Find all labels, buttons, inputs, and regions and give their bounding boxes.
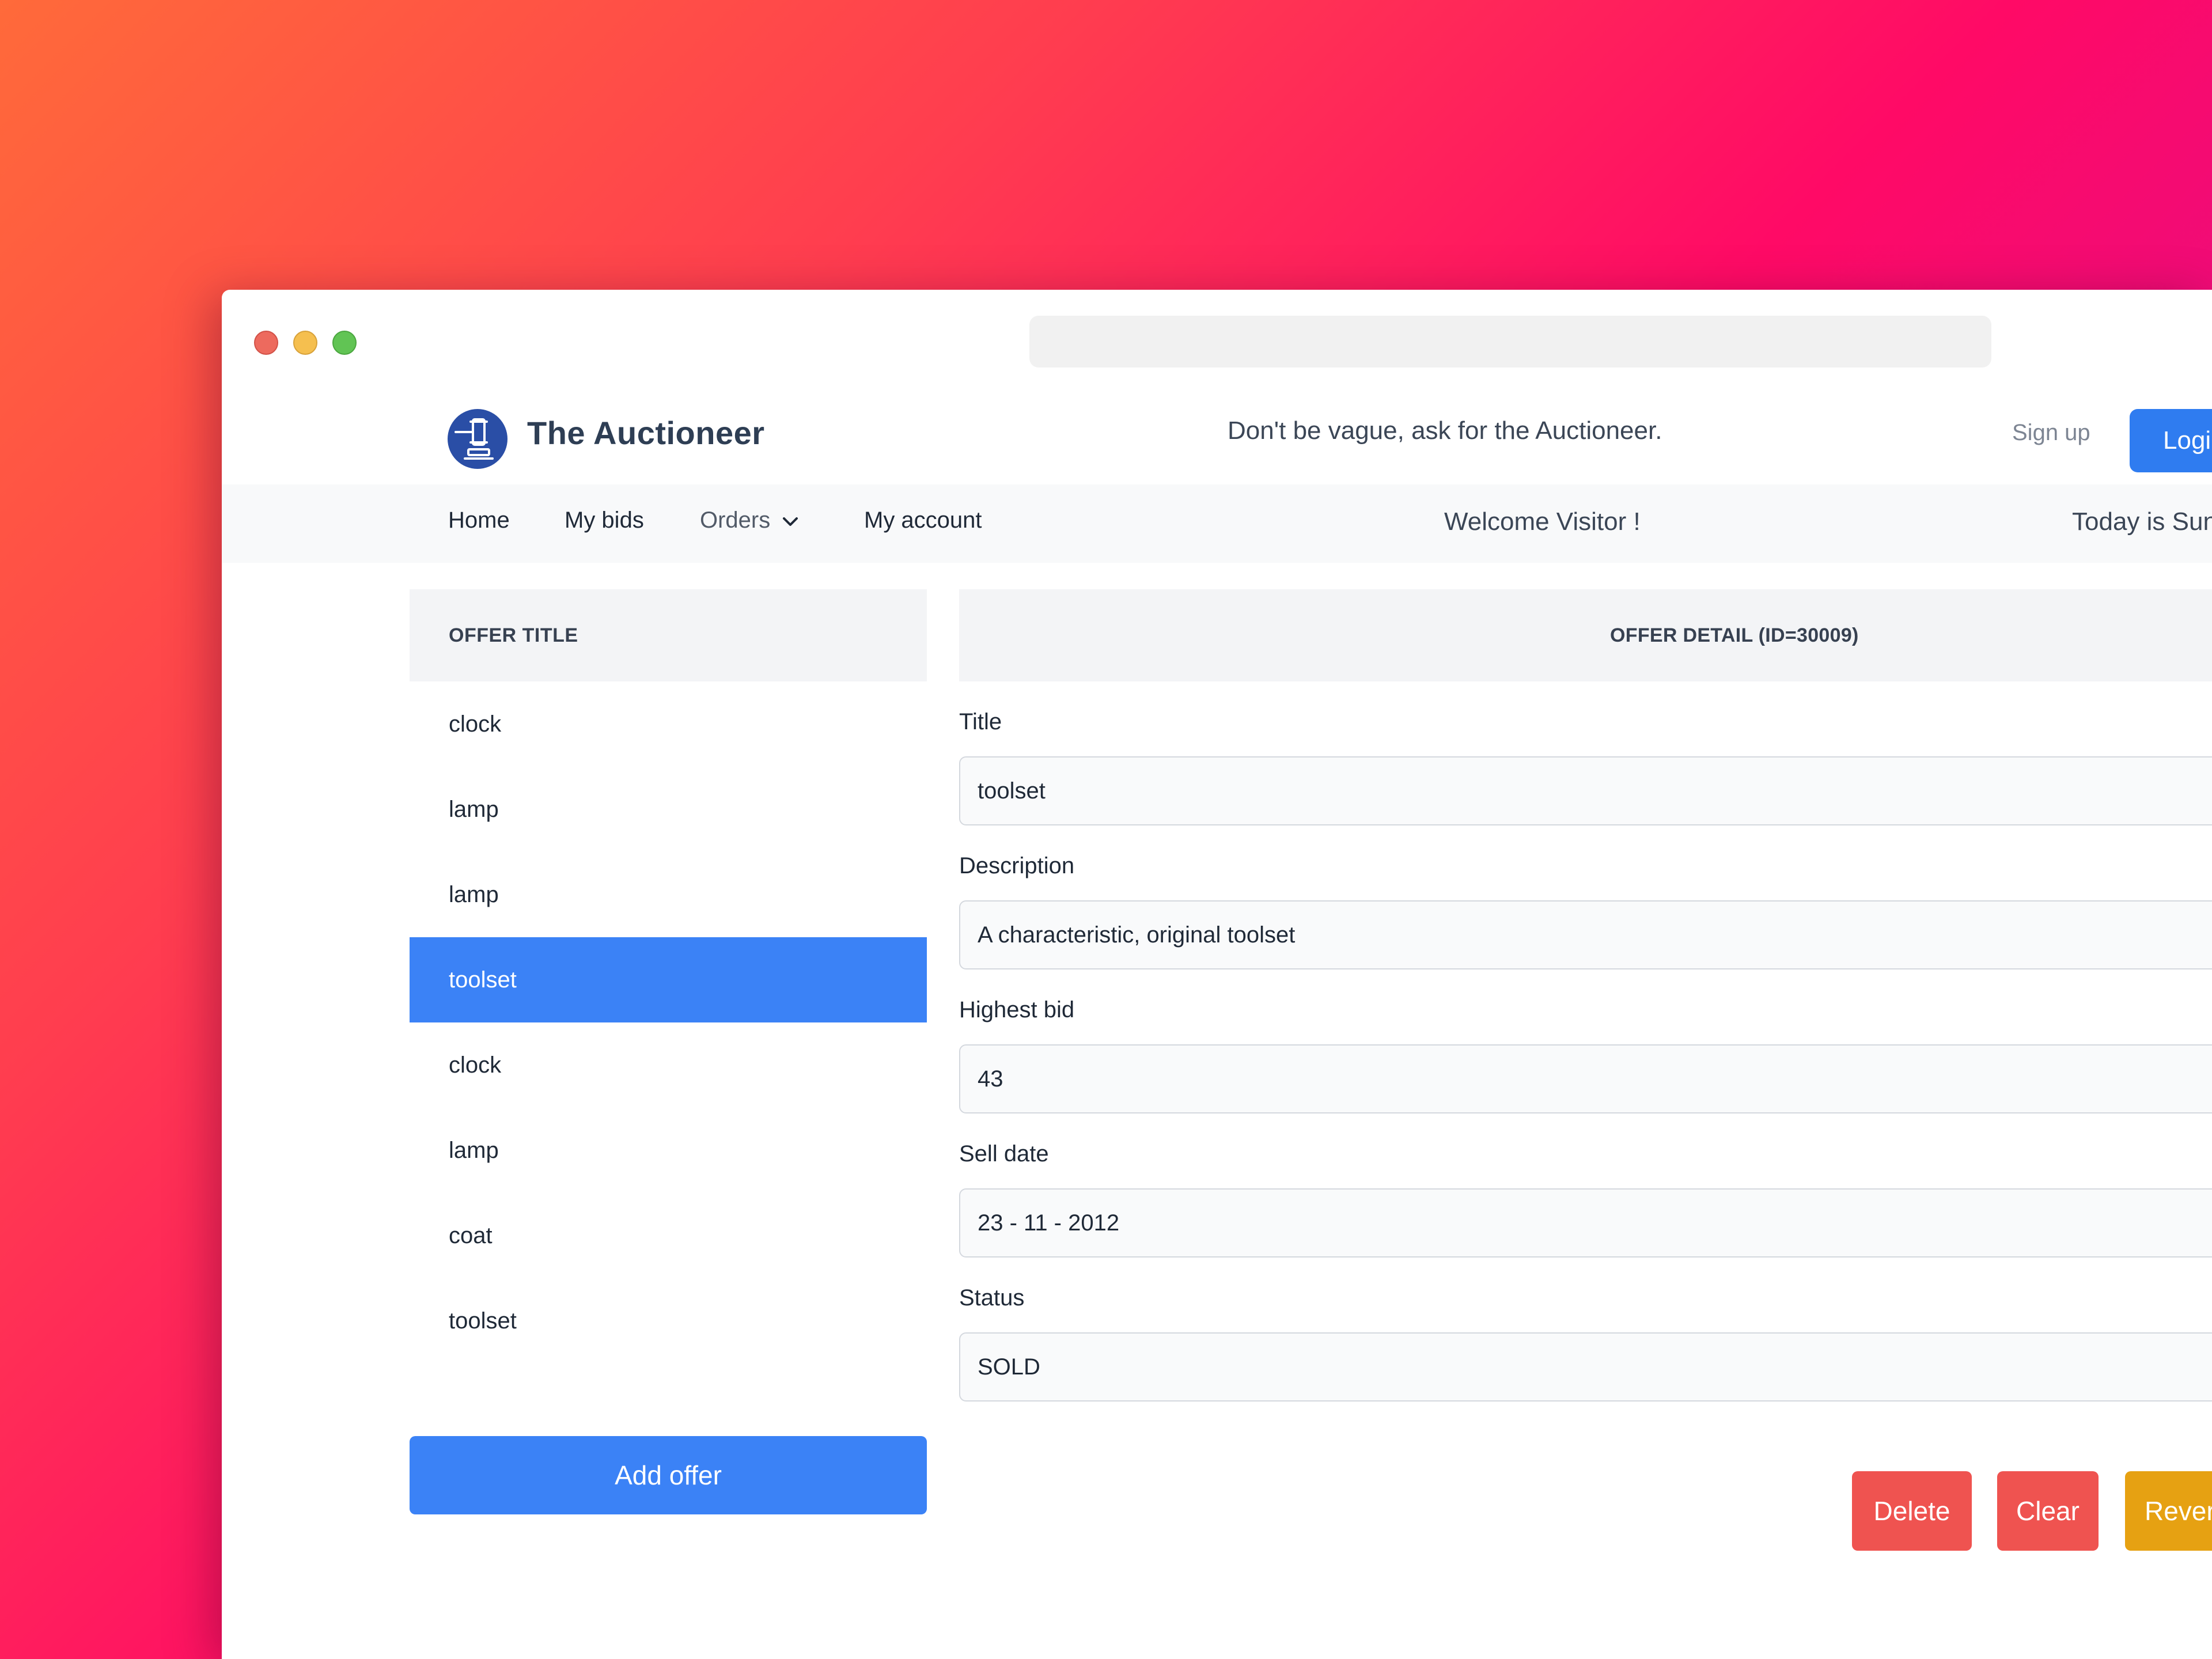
title-bar — [222, 290, 2212, 376]
title-label: Title — [959, 709, 1002, 734]
sell-date-field-group: Sell date 23 - 11 - 2012 — [959, 1137, 2212, 1257]
offer-item[interactable]: coat — [410, 1193, 927, 1278]
browser-window: The Auctioneer Don't be vague, ask for t… — [222, 290, 2212, 1659]
nav-my-account[interactable]: My account — [864, 507, 982, 533]
offer-item-selected[interactable]: toolset — [410, 937, 927, 1022]
offer-item[interactable]: lamp — [410, 767, 927, 852]
gavel-logo-icon[interactable] — [448, 409, 507, 469]
nav-orders-label: Orders — [700, 507, 771, 533]
offer-item[interactable]: lamp — [410, 852, 927, 937]
nav-my-bids[interactable]: My bids — [565, 507, 644, 533]
nav-home[interactable]: Home — [448, 507, 510, 533]
maximize-window-button[interactable] — [332, 331, 357, 355]
highest-bid-input[interactable]: 43 — [959, 1044, 2212, 1113]
login-button[interactable]: Login — [2130, 409, 2212, 472]
address-bar[interactable] — [1029, 316, 1991, 368]
chevron-down-icon — [782, 507, 799, 533]
highest-bid-label: Highest bid — [959, 997, 1075, 1022]
brand-name[interactable]: The Auctioneer — [527, 414, 765, 452]
status-label: Status — [959, 1285, 1025, 1310]
description-label: Description — [959, 853, 1075, 878]
delete-button[interactable]: Delete — [1852, 1471, 1972, 1551]
title-input[interactable]: toolset — [959, 756, 2212, 825]
welcome-message: Welcome Visitor ! — [1444, 507, 1641, 536]
offer-list-panel: OFFER TITLE clock lamp lamp toolset cloc… — [410, 589, 927, 1514]
date-message: Today is Sunday — [2072, 507, 2212, 536]
title-field-group: Title toolset — [959, 704, 2212, 825]
close-window-button[interactable] — [254, 331, 278, 355]
nav-orders-dropdown[interactable]: Orders — [700, 507, 799, 533]
sell-date-label: Sell date — [959, 1141, 1049, 1166]
sell-date-input[interactable]: 23 - 11 - 2012 — [959, 1188, 2212, 1257]
status-select[interactable]: SOLD — [959, 1332, 2212, 1402]
offer-detail-panel: OFFER DETAIL (ID=30009) Title toolset De… — [959, 589, 2212, 1402]
description-field-group: Description A characteristic, original t… — [959, 849, 2212, 969]
signup-link[interactable]: Sign up — [2012, 420, 2090, 446]
status-field-group: Status SOLD — [959, 1281, 2212, 1402]
site-header: The Auctioneer Don't be vague, ask for t… — [222, 388, 2212, 484]
offer-item[interactable]: clock — [410, 681, 927, 767]
offer-item[interactable]: clock — [410, 1022, 927, 1108]
reverse-button[interactable]: Reverse — [2125, 1471, 2212, 1551]
tagline: Don't be vague, ask for the Auctioneer. — [1228, 416, 1662, 445]
offer-item[interactable]: toolset — [410, 1278, 927, 1363]
nav-bar: Home My bids Orders My account Welcome V… — [222, 484, 2212, 563]
offer-list-header: OFFER TITLE — [410, 589, 927, 681]
offer-item[interactable]: lamp — [410, 1108, 927, 1193]
add-offer-button[interactable]: Add offer — [410, 1436, 927, 1514]
description-input[interactable]: A characteristic, original toolset — [959, 900, 2212, 969]
offer-detail-header: OFFER DETAIL (ID=30009) — [959, 589, 2212, 681]
clear-button[interactable]: Clear — [1997, 1471, 2099, 1551]
minimize-window-button[interactable] — [293, 331, 317, 355]
highest-bid-field-group: Highest bid 43 — [959, 993, 2212, 1113]
offer-list: clock lamp lamp toolset clock lamp coat … — [410, 681, 927, 1363]
